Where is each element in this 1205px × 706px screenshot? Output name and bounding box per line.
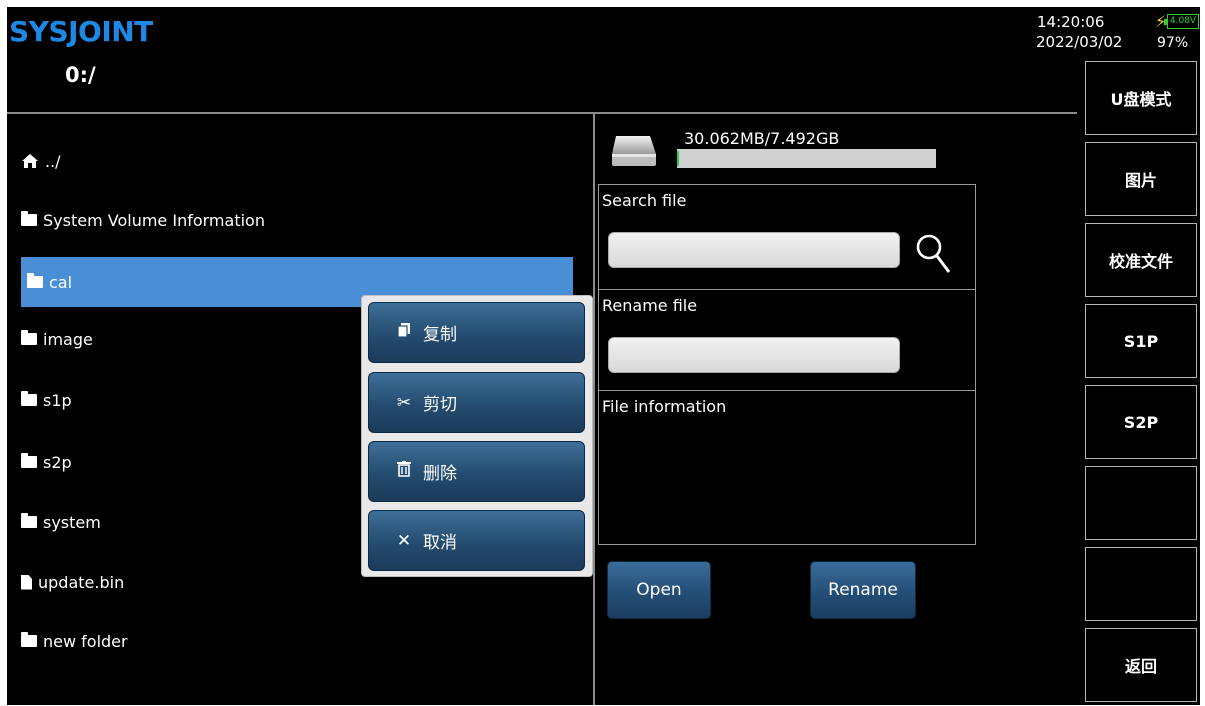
device-screen: SYSJOINT 0:/ 14:20:06 ⚡ 4.08V 2022/03/02… — [7, 7, 1200, 705]
list-item-label: ../ — [45, 151, 61, 171]
disk-icon — [612, 136, 656, 166]
panel-divider — [593, 114, 595, 705]
copy-icon — [395, 322, 413, 343]
open-button[interactable]: Open — [607, 561, 711, 619]
list-item-label: system — [43, 512, 101, 532]
rename-label: Rename file — [602, 296, 698, 315]
clock-date: 2022/03/02 — [1036, 33, 1123, 51]
list-item-label: new folder — [43, 631, 128, 651]
folder-icon — [27, 273, 43, 288]
list-item-update-bin[interactable]: update.bin — [21, 563, 124, 601]
storage-usage-fill — [677, 151, 679, 166]
softkey-s2p[interactable]: S2P — [1085, 385, 1197, 459]
list-item-s1p[interactable]: s1p — [21, 381, 72, 419]
rename-input[interactable] — [608, 337, 900, 373]
softkey-calibration-files[interactable]: 校准文件 — [1085, 223, 1197, 297]
file-icon — [21, 574, 32, 590]
folder-icon — [21, 453, 37, 468]
copy-label: 复制 — [423, 325, 457, 345]
delete-button[interactable]: 删除 — [368, 441, 585, 502]
battery-voltage: 4.08V — [1169, 16, 1197, 26]
cut-button[interactable]: ✂ 剪切 — [368, 372, 585, 433]
battery-icon: 4.08V — [1164, 14, 1199, 29]
file-information-section: File information — [598, 390, 976, 545]
rename-section: Rename file — [598, 289, 976, 391]
trash-icon — [395, 461, 413, 482]
storage-usage-bar — [677, 149, 936, 168]
delete-label: 删除 — [423, 464, 457, 484]
list-item-s2p[interactable]: s2p — [21, 443, 72, 481]
list-item-label: cal — [49, 272, 73, 292]
search-input[interactable] — [608, 232, 900, 268]
softkey-empty-2[interactable] — [1085, 547, 1197, 621]
list-item-parent[interactable]: ../ — [21, 142, 61, 180]
brand-logo: SYSJOINT — [9, 15, 153, 48]
cut-label: 剪切 — [423, 395, 457, 415]
context-menu: 复制 ✂ 剪切 删除 ✕ 取消 — [361, 295, 593, 577]
folder-icon — [21, 391, 37, 406]
list-item-new-folder[interactable]: new folder — [21, 622, 128, 660]
list-item-label: System Volume Information — [43, 210, 265, 230]
folder-icon — [21, 211, 37, 226]
close-icon: ✕ — [396, 530, 412, 551]
list-item-label: s1p — [43, 390, 72, 410]
current-path: 0:/ — [65, 63, 96, 87]
list-item-image[interactable]: image — [21, 320, 93, 358]
file-information-label: File information — [602, 397, 727, 416]
list-item-system-volume-information[interactable]: System Volume Information — [21, 201, 265, 239]
softkey-empty-1[interactable] — [1085, 466, 1197, 540]
header-divider — [7, 112, 1077, 114]
list-item-system[interactable]: system — [21, 503, 101, 541]
list-item-label: update.bin — [38, 572, 125, 592]
list-item-label: s2p — [43, 452, 72, 472]
softkey-usb-mode[interactable]: U盘模式 — [1085, 61, 1197, 135]
cancel-button[interactable]: ✕ 取消 — [368, 510, 585, 571]
clock-time: 14:20:06 — [1037, 13, 1105, 31]
battery-percent: 97% — [1157, 35, 1189, 51]
scissors-icon: ✂ — [396, 392, 412, 413]
search-icon[interactable] — [914, 232, 952, 276]
softkey-images[interactable]: 图片 — [1085, 142, 1197, 216]
softkey-s1p[interactable]: S1P — [1085, 304, 1197, 378]
softkey-back[interactable]: 返回 — [1085, 628, 1197, 702]
copy-button[interactable]: 复制 — [368, 302, 585, 363]
storage-capacity: 30.062MB/7.492GB — [684, 129, 840, 148]
search-label: Search file — [602, 191, 687, 210]
list-item-label: image — [43, 329, 93, 349]
folder-icon — [21, 513, 37, 528]
rename-button[interactable]: Rename — [810, 561, 916, 619]
home-icon — [22, 154, 38, 168]
folder-icon — [21, 632, 37, 647]
cancel-label: 取消 — [423, 533, 457, 553]
folder-icon — [21, 330, 37, 345]
